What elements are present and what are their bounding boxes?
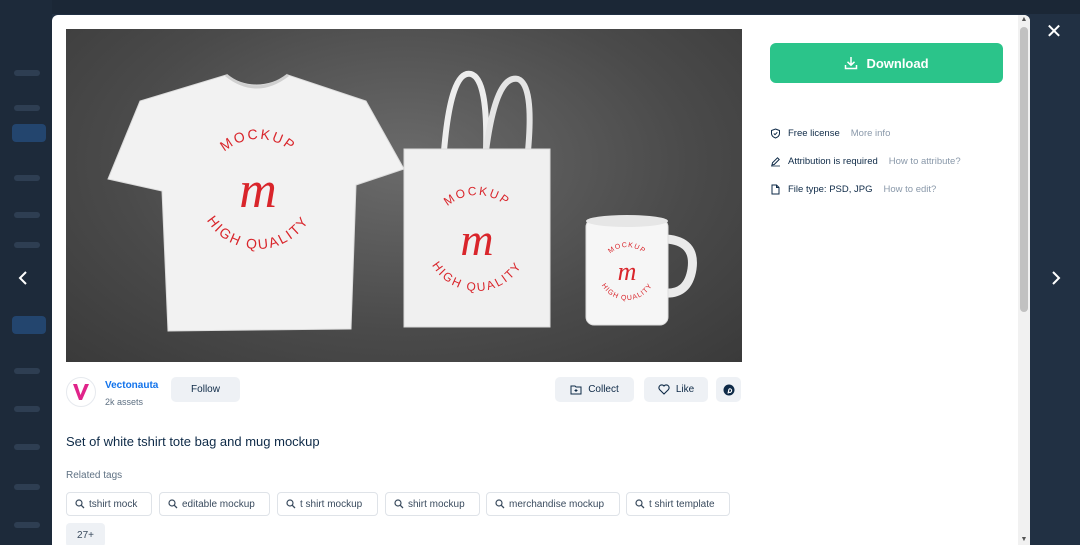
collect-label: Collect	[588, 384, 619, 395]
author-asset-count: 2k assets	[105, 397, 144, 407]
background-row	[14, 444, 40, 450]
tag-label: editable mockup	[182, 498, 255, 510]
folder-plus-icon	[570, 385, 582, 394]
background-button	[12, 124, 46, 142]
file-icon	[770, 184, 781, 195]
search-icon	[286, 499, 296, 509]
tag-chip[interactable]: merchandise mockup	[486, 492, 620, 516]
tote-handle	[483, 75, 533, 152]
mockup-illustration: m MOCKUP HIGH QUALITY m MOCKUP HIGH QUAL…	[107, 70, 697, 332]
tag-chip[interactable]: shirt mockup	[385, 492, 480, 516]
tag-chip[interactable]: t shirt template	[626, 492, 730, 516]
scroll-up-icon[interactable]: ▲	[1018, 15, 1030, 25]
chevron-left-icon[interactable]	[11, 266, 35, 294]
background-row	[14, 105, 40, 111]
search-icon	[635, 499, 645, 509]
asset-preview-image[interactable]: m MOCKUP HIGH QUALITY m MOCKUP HIGH QUAL…	[66, 29, 742, 362]
search-icon	[75, 499, 85, 509]
badge-letter: m	[618, 257, 637, 286]
scroll-down-icon[interactable]: ▼	[1018, 535, 1030, 545]
follow-button[interactable]: Follow	[171, 377, 240, 402]
license-info: Free license More info	[770, 128, 890, 139]
collect-button[interactable]: Collect	[555, 377, 634, 402]
background-row	[14, 406, 40, 412]
more-info-link[interactable]: More info	[851, 128, 891, 139]
background-button	[12, 316, 46, 334]
attribution-text: Attribution is required	[788, 156, 878, 167]
download-label: Download	[866, 55, 929, 71]
background-row	[14, 175, 40, 181]
tag-chip[interactable]: t shirt mockup	[277, 492, 378, 516]
asset-title: Set of white tshirt tote bag and mug moc…	[66, 434, 320, 449]
background-row	[14, 522, 40, 528]
tote-handle	[441, 70, 490, 152]
background-row	[14, 484, 40, 490]
file-type-info: File type: PSD, JPG How to edit?	[770, 184, 936, 195]
background-topbar	[0, 0, 1080, 14]
search-icon	[168, 499, 178, 509]
tag-label: merchandise mockup	[509, 498, 605, 510]
search-icon	[394, 499, 404, 509]
pinterest-icon	[723, 384, 734, 395]
avatar[interactable]	[66, 377, 96, 407]
vectonauta-logo-icon	[73, 384, 89, 400]
related-tags-label: Related tags	[66, 470, 123, 481]
pen-icon	[770, 156, 781, 167]
background-row	[14, 368, 40, 374]
shield-check-icon	[770, 128, 781, 139]
pinterest-button[interactable]	[716, 377, 741, 402]
more-tags-button[interactable]: 27+	[66, 523, 105, 545]
background-row	[14, 70, 40, 76]
tag-label: t shirt template	[649, 498, 715, 510]
how-to-edit-link[interactable]: How to edit?	[883, 184, 936, 195]
attribution-info: Attribution is required How to attribute…	[770, 156, 961, 167]
download-button[interactable]: Download	[770, 43, 1003, 83]
chevron-right-icon[interactable]	[1044, 266, 1068, 294]
license-text: Free license	[788, 128, 840, 139]
how-to-attribute-link[interactable]: How to attribute?	[889, 156, 961, 167]
file-type-label: File type:	[788, 184, 827, 195]
close-icon[interactable]: ✕	[1042, 20, 1066, 44]
tag-label: tshirt mock	[89, 498, 138, 510]
modal-scrollbar[interactable]: ▲ ▼	[1018, 15, 1030, 545]
file-type-value: PSD, JPG	[829, 184, 873, 195]
tag-label: t shirt mockup	[300, 498, 363, 510]
background-row	[14, 242, 40, 248]
tag-label: shirt mockup	[408, 498, 465, 510]
like-button[interactable]: Like	[644, 377, 708, 402]
badge-letter: m	[460, 214, 493, 265]
tag-chip[interactable]: tshirt mock	[66, 492, 152, 516]
scrollbar-thumb[interactable]	[1020, 27, 1028, 312]
tag-chip[interactable]: editable mockup	[159, 492, 270, 516]
background-row	[14, 212, 40, 218]
follow-label: Follow	[191, 384, 220, 395]
badge-letter: m	[239, 162, 277, 219]
like-label: Like	[675, 384, 695, 395]
asset-detail-modal: m MOCKUP HIGH QUALITY m MOCKUP HIGH QUAL…	[52, 15, 1030, 545]
search-icon	[495, 499, 505, 509]
download-icon	[845, 57, 858, 70]
heart-icon	[658, 384, 670, 395]
author-name[interactable]: Vectonauta	[105, 380, 158, 391]
